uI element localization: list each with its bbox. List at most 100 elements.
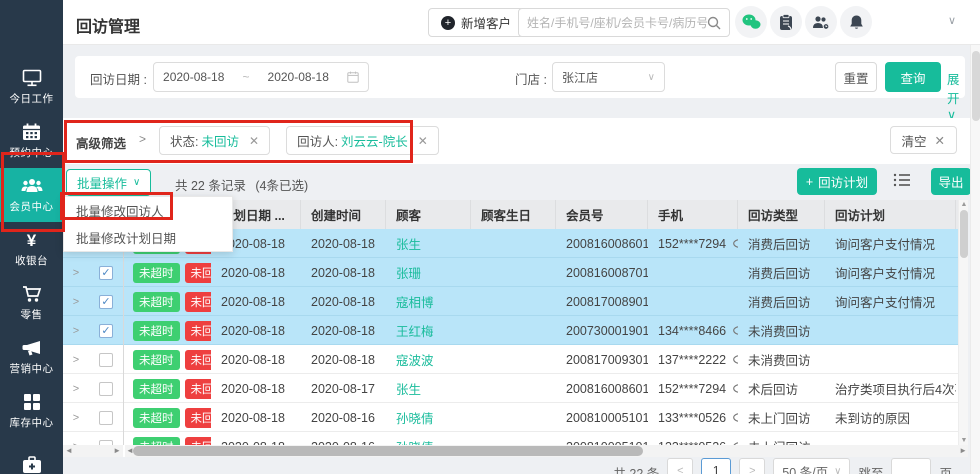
record-total: 共 22 条记录 <box>175 179 246 193</box>
sidebar-item-会员中心[interactable]: 会员中心 <box>0 168 63 222</box>
row-expander-icon[interactable]: > <box>63 345 89 374</box>
expand-link[interactable]: 展开 ∨ <box>947 69 965 122</box>
clipboard-phone-icon[interactable] <box>770 6 802 38</box>
phone-cell: 137****2222 <box>648 345 738 374</box>
customer-cell[interactable]: 张生 <box>386 229 471 258</box>
plan-date-cell-text: 2020-08-18 <box>221 353 285 367</box>
vertical-scroll-thumb[interactable] <box>960 210 968 258</box>
status-badge-not-overdue: 未超时 <box>133 292 180 312</box>
customer-cell[interactable]: 寇相博 <box>386 287 471 316</box>
member-no-cell: 200817009301 <box>556 345 648 374</box>
export-button[interactable]: 导出 <box>931 168 971 195</box>
dropdown-item[interactable]: 批量修改回访人 <box>64 197 232 224</box>
filter-tag: 状态:未回访✕ <box>159 126 270 155</box>
add-customer-label: 新增客户 <box>461 13 511 32</box>
plan-date-cell: 2020-08-18 <box>211 316 301 345</box>
header-collapse-chevron-icon[interactable]: ∨ <box>948 14 956 27</box>
search-icon[interactable] <box>707 16 721 30</box>
frozen-horizontal-scrollbar[interactable]: ◄ ► <box>63 445 123 457</box>
add-customer-button[interactable]: + 新增客户 <box>428 8 524 37</box>
search-input[interactable] <box>527 16 707 30</box>
plan-date-cell-text: 2020-08-18 <box>221 324 285 338</box>
remove-tag-icon[interactable]: ✕ <box>249 134 259 148</box>
chevron-down-icon: ∨ <box>834 466 841 474</box>
members-icon <box>21 176 43 196</box>
customer-cell[interactable]: 寇波波 <box>386 345 471 374</box>
scroll-down-icon[interactable]: ▼ <box>959 437 968 444</box>
row-expander-icon[interactable]: > <box>63 374 89 403</box>
member-no-cell: 200810005101 <box>556 403 648 432</box>
row-checkbox[interactable]: ✓ <box>99 295 113 309</box>
column-settings-icon[interactable] <box>893 172 913 192</box>
customers-clock-icon[interactable] <box>805 6 837 38</box>
sidebar-item-营销中心[interactable]: 营销中心 <box>0 330 63 384</box>
add-visit-plan-button[interactable]: + 回访计划 <box>797 168 877 195</box>
prev-page-button[interactable]: < <box>667 458 693 474</box>
remove-tag-icon[interactable]: ✕ <box>418 134 428 148</box>
table-vertical-scrollbar[interactable]: ▲ ▼ <box>958 200 968 445</box>
create-time-cell-text: 2020-08-18 <box>311 237 375 251</box>
scroll-up-icon[interactable]: ▲ <box>959 201 968 208</box>
customer-cell[interactable]: 孙晓倩 <box>386 403 471 432</box>
member-no-cell: 200730001901 <box>556 316 648 345</box>
row-checkbox-cell <box>89 403 123 432</box>
wechat-icon[interactable] <box>735 6 767 38</box>
query-button[interactable]: 查询 <box>885 62 941 92</box>
reset-button[interactable]: 重置 <box>835 62 877 92</box>
sidebar-item-今日工作[interactable]: 今日工作 <box>0 60 63 114</box>
row-checkbox-cell <box>89 374 123 403</box>
batch-operation-button[interactable]: 批量操作 ∨ <box>66 169 151 196</box>
status-cell: 未超时未回访 <box>123 316 211 345</box>
scroll-right-icon[interactable]: ► <box>113 446 121 455</box>
sidebar-item[interactable] <box>0 438 63 474</box>
row-checkbox[interactable]: ✓ <box>99 324 113 338</box>
scroll-left-icon[interactable]: ◄ <box>65 446 73 455</box>
row-expander-icon[interactable]: > <box>63 287 89 316</box>
customer-cell[interactable]: 张生 <box>386 374 471 403</box>
row-checkbox[interactable] <box>99 382 113 396</box>
page-size-select[interactable]: 50 条/页 ∨ <box>773 458 850 474</box>
advanced-filter-label[interactable]: 高级筛选 <box>76 133 126 152</box>
filter-tag-name: 状态: <box>170 131 198 150</box>
row-checkbox[interactable]: ✓ <box>99 266 113 280</box>
store-select[interactable]: 张江店 ∨ <box>552 62 665 92</box>
visit-type-cell-text: 术后回访 <box>748 379 798 398</box>
clear-filters-button[interactable]: 清空 ✕ <box>890 126 958 154</box>
next-page-button[interactable]: > <box>739 458 765 474</box>
phone-cell: 134****8466 <box>648 316 738 345</box>
jump-page-input[interactable] <box>891 458 931 474</box>
row-expander-icon[interactable]: > <box>63 258 89 287</box>
customer-cell[interactable]: 张珊 <box>386 258 471 287</box>
member-no-cell-text: 200817008901 <box>566 295 648 309</box>
status-cell: 未超时未回访 <box>123 374 211 403</box>
sidebar-item-预约中心[interactable]: 预约中心 <box>0 114 63 168</box>
phone-cell <box>648 258 738 287</box>
scroll-right-icon[interactable]: ► <box>959 446 967 455</box>
customer-cell[interactable]: 王红梅 <box>386 316 471 345</box>
create-time-cell-text: 2020-08-17 <box>311 382 375 396</box>
dropdown-item[interactable]: 批量修改计划日期 <box>64 224 232 251</box>
sidebar-item-零售[interactable]: 零售 <box>0 276 63 330</box>
table-row: >✓未超时未回访2020-08-182020-08-18张珊2008160087… <box>63 258 958 287</box>
member-no-cell-text: 200817009301 <box>566 353 648 367</box>
row-checkbox[interactable] <box>99 353 113 367</box>
clear-label: 清空 <box>902 131 927 150</box>
bell-icon[interactable] <box>840 6 872 38</box>
advanced-filter-arrow-icon[interactable]: > <box>139 132 146 146</box>
current-page-button[interactable]: 1 <box>701 458 731 474</box>
sidebar-item-收银台[interactable]: ¥收银台 <box>0 222 63 276</box>
table-horizontal-scrollbar[interactable]: ◄ ► <box>125 445 968 457</box>
row-expander-icon[interactable]: > <box>63 403 89 432</box>
filter-tags: 状态:未回访✕回访人:刘云云-院长✕ <box>159 126 439 155</box>
create-time-cell-text: 2020-08-18 <box>311 353 375 367</box>
member-no-cell: 200816008601 <box>556 229 648 258</box>
horizontal-scroll-thumb[interactable] <box>133 446 643 456</box>
plan-date-cell-text: 2020-08-18 <box>221 266 285 280</box>
page-vertical-scrollbar[interactable] <box>970 45 980 474</box>
page-scroll-thumb[interactable] <box>972 51 980 121</box>
row-expander-icon[interactable]: > <box>63 316 89 345</box>
sidebar-item-库存中心[interactable]: 库存中心 <box>0 384 63 438</box>
visit-date-range-picker[interactable]: 2020-08-18 ~ 2020-08-18 <box>153 62 369 92</box>
visit-plan-cell-text: 询问客户支付情况 <box>835 234 935 253</box>
row-checkbox[interactable] <box>99 411 113 425</box>
